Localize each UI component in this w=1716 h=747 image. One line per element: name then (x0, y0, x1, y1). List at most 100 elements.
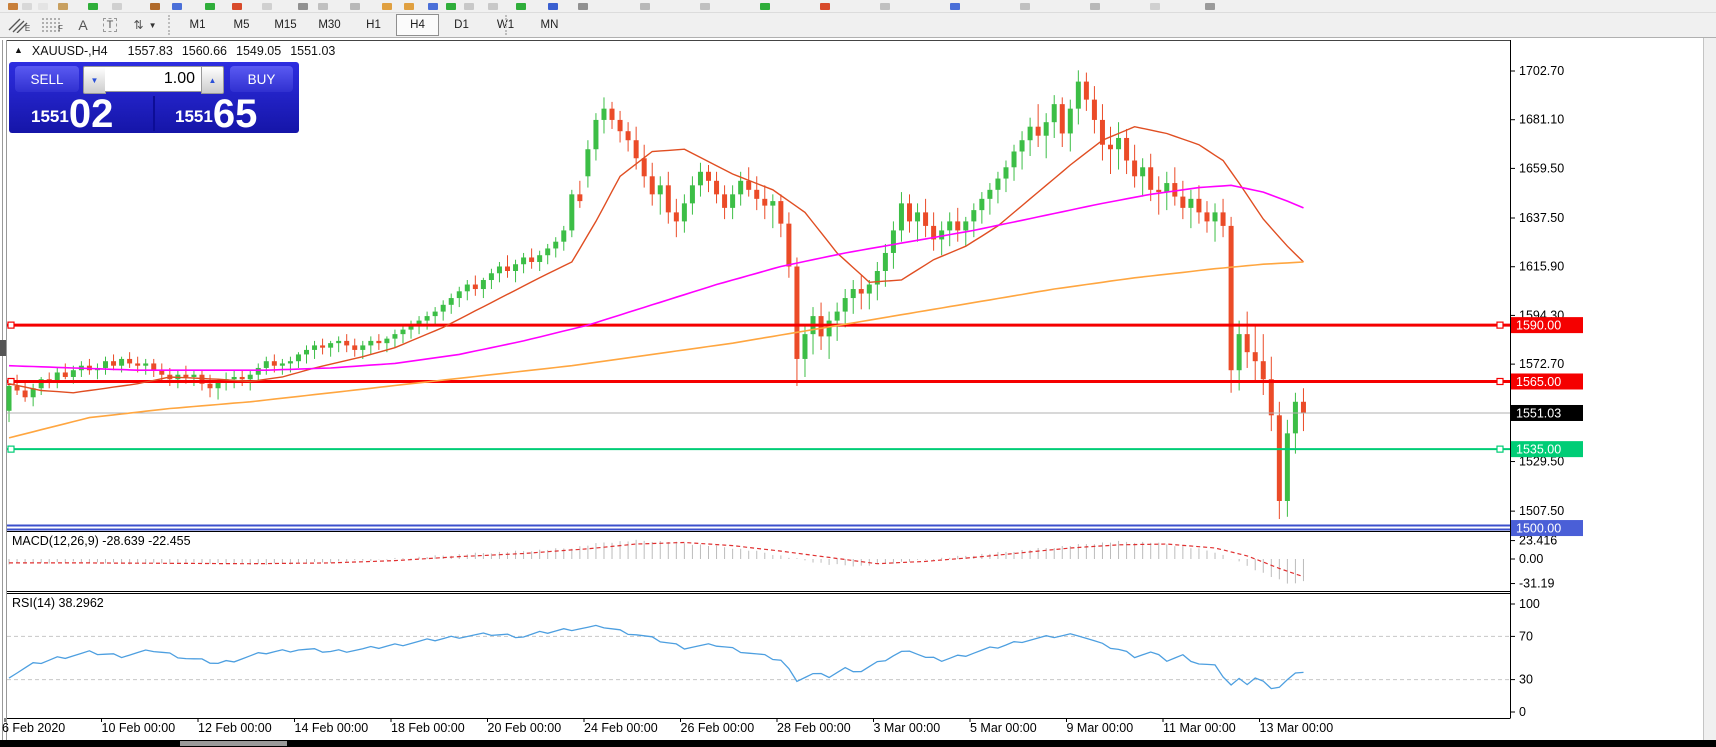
price-badge-label: 1535.00 (1516, 443, 1561, 457)
candle-body (1156, 190, 1161, 192)
sell-price-big: 02 (69, 97, 114, 131)
candle-body (505, 266, 510, 271)
candle-body (561, 230, 566, 241)
candle-body (867, 285, 872, 294)
candle-body (1076, 82, 1081, 109)
candle-body (489, 273, 494, 280)
candle-body (1245, 334, 1250, 352)
candle-body (1052, 104, 1057, 122)
buy-price-small: 1551 (175, 107, 213, 127)
candle-body (1293, 402, 1298, 434)
candle-body (1164, 183, 1169, 192)
date-label: 20 Feb 00:00 (488, 721, 562, 735)
sell-price[interactable]: 1551 02 (31, 97, 113, 131)
rsi-tick-label: 30 (1519, 673, 1533, 687)
date-label: 6 Feb 2020 (2, 721, 65, 735)
candle-body (802, 334, 807, 359)
sell-button[interactable]: SELL (15, 66, 79, 92)
ma_fast-line (9, 127, 1304, 393)
candle-body (722, 194, 727, 208)
candle-body (1253, 352, 1258, 361)
candle-body (425, 316, 430, 321)
candle-body (762, 199, 767, 206)
candle-body (1060, 104, 1065, 133)
candle-body (995, 179, 1000, 190)
candle-body (457, 291, 462, 298)
buy-button[interactable]: BUY (230, 66, 293, 92)
date-label: 9 Mar 00:00 (1067, 721, 1134, 735)
candle-body (392, 334, 397, 339)
candle-body (384, 339, 389, 344)
ohlc-high: 1560.66 (182, 44, 227, 58)
collapse-triangle-icon[interactable]: ▲ (14, 45, 23, 58)
candle-body (577, 194, 582, 201)
candle-body (1180, 197, 1185, 208)
candle-body (119, 359, 124, 366)
candle-body (786, 224, 791, 267)
candle-body (513, 264, 518, 271)
candle-body (1036, 127, 1041, 136)
candle-body (545, 248, 550, 255)
candle-body (1277, 415, 1282, 501)
volume-input[interactable] (105, 66, 201, 92)
date-label: 11 Mar 00:00 (1163, 721, 1236, 735)
candle-body (63, 372, 68, 377)
candle-body (465, 285, 470, 292)
buy-price[interactable]: 1551 65 (175, 97, 257, 131)
price-tick-label: 1615.90 (1519, 260, 1564, 274)
candle-body (1188, 199, 1193, 208)
line-handle[interactable] (8, 446, 14, 452)
date-label: 12 Feb 00:00 (198, 721, 272, 735)
price-tick-label: 1507.50 (1519, 504, 1564, 518)
candle-body (1012, 151, 1017, 167)
candle-body (851, 289, 856, 298)
one-click-trading-panel: SELL ▼ ▲ BUY 1551 02 1551 65 (9, 62, 299, 133)
candle-body (296, 354, 301, 361)
line-handle[interactable] (1497, 322, 1503, 328)
candle-body (706, 172, 711, 181)
candle-body (288, 361, 293, 363)
candle-body (248, 375, 253, 380)
candle-body (923, 212, 928, 226)
candle-body (352, 345, 357, 350)
candle-body (1020, 140, 1025, 151)
candle-body (1092, 100, 1097, 120)
candle-body (151, 363, 156, 370)
ma_mid-line (9, 185, 1304, 370)
candle-body (529, 257, 534, 262)
candle-body (344, 341, 349, 346)
candle-body (71, 370, 76, 377)
candle-body (835, 312, 840, 321)
candle-body (23, 391, 28, 398)
date-label: 14 Feb 00:00 (295, 721, 369, 735)
candle-body (987, 190, 992, 199)
date-label: 10 Feb 00:00 (102, 721, 176, 735)
price-tick-label: 1572.70 (1519, 357, 1564, 371)
candle-body (7, 386, 12, 411)
candle-body (947, 221, 952, 230)
candle-body (1172, 183, 1177, 197)
candle-body (1213, 212, 1218, 221)
line-handle[interactable] (8, 322, 14, 328)
line-handle[interactable] (1497, 446, 1503, 452)
candle-body (883, 253, 888, 271)
candle-body (915, 212, 920, 221)
candle-body (907, 203, 912, 221)
candle-body (280, 363, 285, 365)
candle-body (103, 361, 108, 368)
candle-body (1068, 109, 1073, 134)
candle-body (481, 280, 486, 289)
candle-body (642, 158, 647, 176)
candle-body (618, 120, 623, 131)
candle-body (1116, 138, 1121, 149)
candle-body (794, 266, 799, 358)
volume-increase-button[interactable]: ▲ (201, 66, 224, 94)
candle-body (569, 194, 574, 230)
candle-body (1124, 138, 1129, 161)
date-label: 24 Feb 00:00 (584, 721, 658, 735)
price-tick-label: 1681.10 (1519, 113, 1564, 127)
candle-body (1237, 334, 1242, 370)
line-handle[interactable] (1497, 378, 1503, 384)
candle-body (1003, 167, 1008, 178)
volume-decrease-button[interactable]: ▼ (83, 66, 106, 94)
